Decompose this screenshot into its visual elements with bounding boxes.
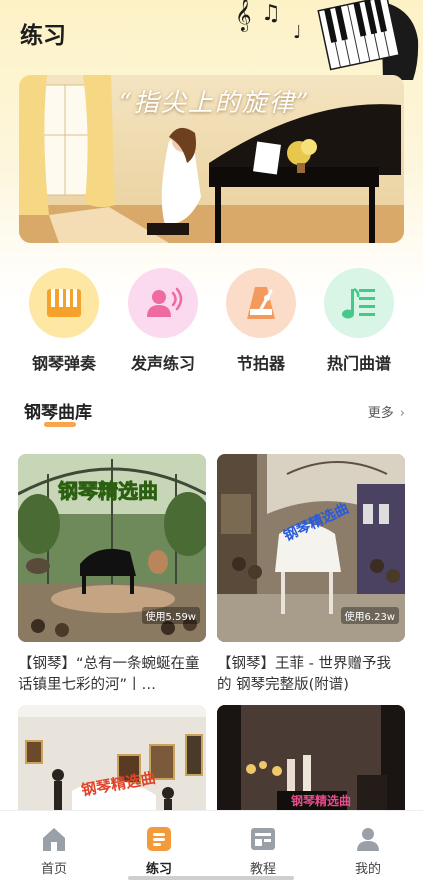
tab-label: 练习	[145, 862, 172, 877]
page-title: 练习	[20, 23, 66, 49]
card-overlay-text: 钢琴精选曲	[291, 793, 351, 808]
library-card[interactable]: 钢琴精选曲 使用5.59w 【钢琴】“总有一条蜿蜒在童话镇里七彩的河”丨…	[18, 454, 206, 696]
section-underline	[44, 422, 76, 427]
piano-keys-icon	[47, 289, 81, 317]
metronome-icon	[247, 287, 275, 319]
feature-grid: 钢琴弹奏 发声练习 节拍器 热门曲谱	[0, 268, 423, 378]
feature-label: 钢琴弹奏	[31, 354, 96, 373]
svg-text:𝄞: 𝄞	[235, 0, 252, 32]
tab-label: 我的	[354, 862, 381, 877]
card-image: 钢琴精选曲	[18, 705, 206, 815]
home-icon	[43, 828, 65, 851]
tutorial-icon	[251, 828, 275, 850]
feature-label: 节拍器	[236, 354, 285, 373]
usage-count: 使用5.59w	[141, 607, 200, 624]
library-card[interactable]: 钢琴精选曲	[217, 705, 405, 815]
feature-icon-bg	[128, 268, 198, 338]
more-link[interactable]: 更多 ›	[368, 402, 405, 421]
card-thumbnail: 钢琴精选曲	[18, 705, 206, 815]
card-thumbnail: 钢琴精选曲	[217, 705, 405, 815]
card-description: 【钢琴】王菲 - 世界赠予我的 钢琴完整版(附谱)	[217, 656, 391, 693]
more-label: 更多	[367, 406, 394, 421]
practice-icon	[147, 827, 171, 851]
practice-banner[interactable]: “指尖上的旋律”	[19, 75, 404, 243]
usage-count: 使用6.23w	[340, 607, 399, 624]
library-card[interactable]: 钢琴精选曲 使用6.23w 【钢琴】王菲 - 世界赠予我的 钢琴完整版(附谱)	[217, 454, 405, 696]
feature-hot-sheets[interactable]: 热门曲谱	[309, 268, 409, 376]
banner-title: “指尖上的旋律”	[119, 88, 311, 117]
voice-icon	[147, 287, 183, 317]
feature-icon-bg	[29, 268, 99, 338]
bottom-tab-bar: 首页 练习 教程 我的	[0, 810, 423, 883]
chevron-right-icon: ›	[399, 406, 405, 421]
piano-library-header: 钢琴曲库 更多 ›	[22, 398, 407, 428]
tab-profile[interactable]: 我的	[328, 825, 408, 877]
card-image: 钢琴精选曲	[217, 705, 405, 815]
svg-text:♩: ♩	[293, 22, 302, 43]
section-title: 钢琴曲库	[24, 403, 92, 423]
card-thumbnail: 钢琴精选曲 使用6.23w	[217, 454, 405, 642]
profile-icon	[357, 828, 379, 851]
music-decoration: 𝄞 ♫ ♩ ♪	[235, 0, 419, 80]
tab-label: 教程	[249, 862, 276, 877]
feature-label: 发声练习	[130, 354, 195, 373]
card-thumbnail: 钢琴精选曲 使用5.59w	[18, 454, 206, 642]
svg-text:♫: ♫	[261, 1, 281, 26]
feature-piano-play[interactable]: 钢琴弹奏	[14, 268, 114, 376]
feature-voice-practice[interactable]: 发声练习	[113, 268, 213, 376]
feature-icon-bg	[324, 268, 394, 338]
card-description: 【钢琴】“总有一条蜿蜒在童话镇里七彩的河”丨…	[18, 656, 200, 693]
tab-tutorial[interactable]: 教程	[223, 825, 303, 877]
home-indicator	[128, 876, 294, 880]
sheet-music-icon	[342, 287, 375, 319]
feature-metronome[interactable]: 节拍器	[211, 268, 311, 376]
library-card[interactable]: 钢琴精选曲	[18, 705, 206, 815]
card-overlay-text: 钢琴精选曲	[58, 479, 158, 503]
tab-home[interactable]: 首页	[14, 825, 94, 877]
tab-label: 首页	[40, 862, 67, 877]
tab-practice[interactable]: 练习	[119, 825, 199, 877]
feature-icon-bg	[226, 268, 296, 338]
feature-label: 热门曲谱	[326, 354, 391, 373]
